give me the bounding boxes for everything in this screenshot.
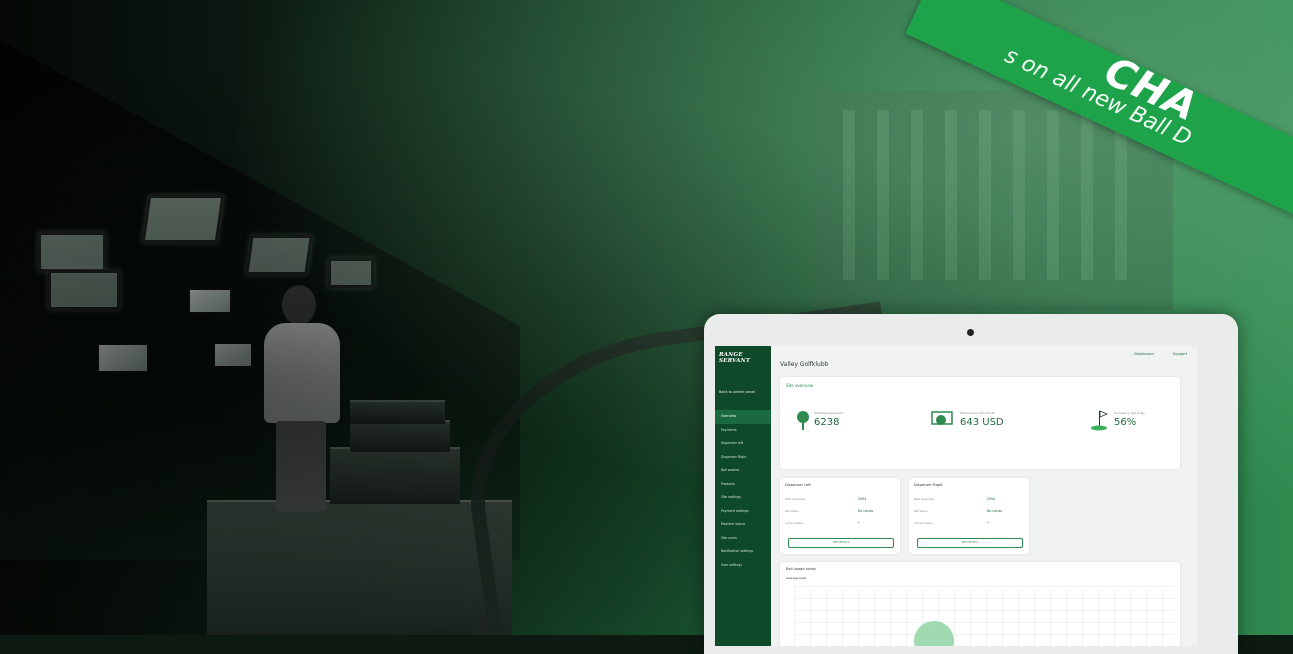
sidebar-item-payments[interactable]: Payments xyxy=(715,424,771,438)
sidebar-item-payment-settings[interactable]: Payment settings xyxy=(715,505,771,519)
cash-register-icon xyxy=(931,411,953,425)
usage-chart-grid xyxy=(794,586,1174,646)
dispenser-right-card: Dispenser Right Balls dispensed 2094 Bal… xyxy=(909,478,1029,554)
stat-label: Total dispensed balls xyxy=(814,411,844,415)
stat-occupancy: Occupancy rate today 56% xyxy=(1114,411,1145,428)
tee-ball-icon xyxy=(797,411,809,430)
stat-dispensed: Total dispensed balls 6238 xyxy=(814,411,843,428)
stat-label: Occupancy rate today xyxy=(1114,411,1145,415)
sidebar-item-site-users[interactable]: Site users xyxy=(715,532,771,546)
webcam xyxy=(967,329,974,336)
usage-title: Ball usage today xyxy=(786,567,817,571)
stat-value: 643 USD xyxy=(960,417,1004,428)
sidebar-item-dispenser-left[interactable]: Dispenser left xyxy=(715,437,771,451)
row-label: Ball status xyxy=(914,510,928,513)
sidebar-item-site-settings[interactable]: Site settings xyxy=(715,491,771,505)
row-label: Balls dispensed xyxy=(914,498,935,501)
stat-revenue: Total revenue this month 643 USD xyxy=(960,411,1004,428)
stat-value: 6238 xyxy=(814,417,840,428)
sidebar-item-overview[interactable]: Overview xyxy=(715,410,771,424)
sidebar: RANGE SERVANT Back to admin panel Overvi… xyxy=(715,346,771,646)
club-title: Valley Golfklubb xyxy=(780,361,829,368)
dispenser-title: Dispenser Right xyxy=(914,483,943,487)
dashboard-link[interactable]: Dashboard xyxy=(1134,352,1154,356)
stat-label: Total revenue this month xyxy=(960,411,995,415)
golf-flag-icon xyxy=(1091,410,1109,431)
sidebar-item-ball-washer[interactable]: Ball washer xyxy=(715,464,771,478)
ball-usage-card: Ball usage today Average balls xyxy=(780,562,1180,646)
row-label: Balls dispensed xyxy=(785,498,806,501)
stat-value: 56% xyxy=(1114,417,1137,428)
row-value: No issues xyxy=(987,509,1003,513)
sidebar-item-products[interactable]: Products xyxy=(715,478,771,492)
sidebar-item-user-settings[interactable]: User settings xyxy=(715,559,771,573)
dashboard-main: Dashboard Support Valley Golfklubb Site … xyxy=(771,346,1197,646)
see-details-button[interactable]: SEE DETAILS xyxy=(917,538,1023,548)
sidebar-item-dispenser-right[interactable]: Dispenser Right xyxy=(715,451,771,465)
row-value: * xyxy=(987,521,989,525)
site-overview-card: Site overview Total dispensed balls 6238… xyxy=(780,377,1180,469)
laptop-screen: RANGE SERVANT Back to admin panel Overvi… xyxy=(715,346,1197,646)
sidebar-item-notification-settings[interactable]: Notification settings xyxy=(715,545,771,559)
sidebar-item-machine-status[interactable]: Machine status xyxy=(715,518,771,532)
brand-logo: RANGE SERVANT xyxy=(719,352,751,364)
topbar: Dashboard Support xyxy=(1116,352,1187,356)
row-value: * xyxy=(858,521,860,525)
row-value: 2094 xyxy=(858,497,867,501)
overview-title: Site overview xyxy=(786,383,814,388)
sidebar-nav: Overview Payments Dispenser left Dispens… xyxy=(715,410,771,572)
laptop: RANGE SERVANT Back to admin panel Overvi… xyxy=(704,314,1238,654)
usage-subtitle: Average balls xyxy=(786,576,807,580)
row-label: Current status xyxy=(785,522,804,525)
see-details-button[interactable]: SEE DETAILS xyxy=(788,538,894,548)
row-value: 2094 xyxy=(987,497,996,501)
support-link[interactable]: Support xyxy=(1173,352,1187,356)
row-label: Ball status xyxy=(785,510,799,513)
row-value: No issues xyxy=(858,509,874,513)
row-label: Current status xyxy=(914,522,933,525)
back-to-admin-link[interactable]: Back to admin panel xyxy=(719,390,755,394)
dispenser-left-card: Dispenser Left Balls dispensed 2094 Ball… xyxy=(780,478,900,554)
dispenser-title: Dispenser Left xyxy=(785,483,811,487)
